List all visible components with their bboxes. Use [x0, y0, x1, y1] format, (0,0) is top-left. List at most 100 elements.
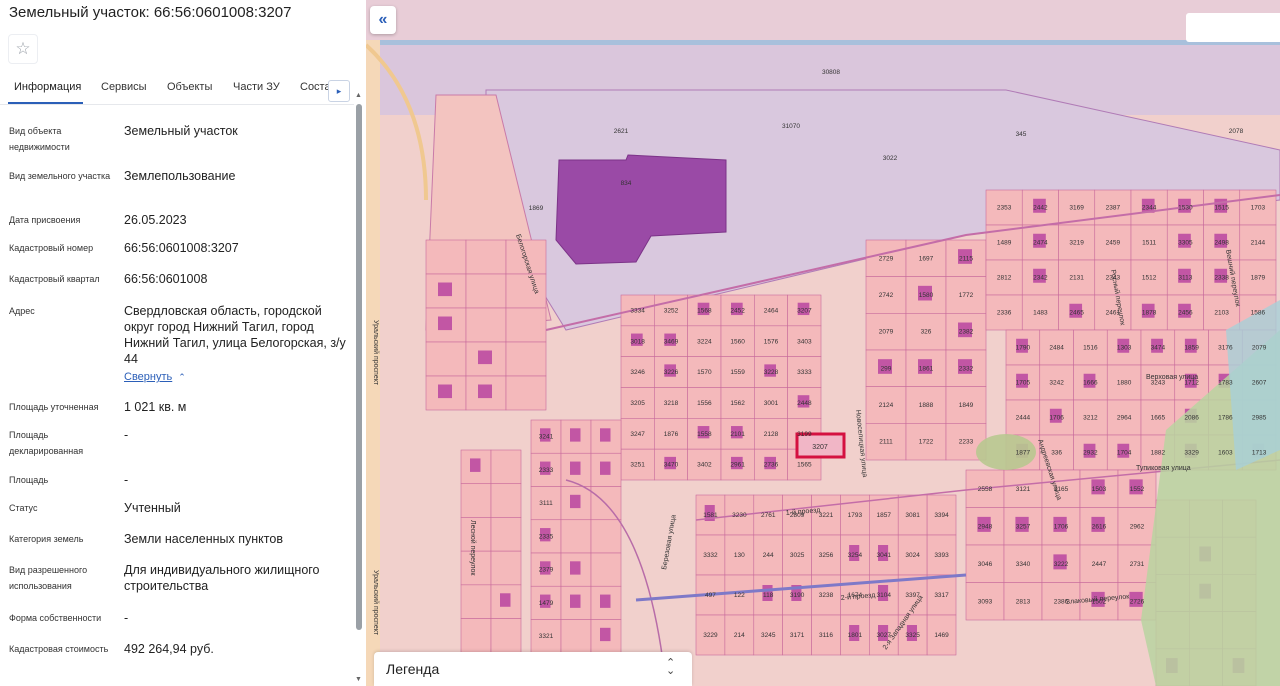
parcel-number-label: 2498: [1214, 240, 1229, 247]
parcel-number-label: 1801: [848, 632, 863, 639]
parcel-number-label: 1562: [730, 400, 745, 407]
parcel-number-label: 3111: [539, 500, 553, 507]
property-label: Кадастровый квартал: [9, 274, 100, 284]
parcel-number-label: 3207: [797, 307, 812, 314]
parcel-number-label: 3332: [703, 552, 718, 559]
map-parcel[interactable]: [590, 552, 622, 587]
parcel-number-label: 2736: [764, 462, 779, 469]
scroll-down-arrow-icon[interactable]: ▼: [355, 676, 362, 683]
parcel-number-label: 3018: [630, 338, 645, 345]
parcel-number-label: 1603: [1218, 450, 1233, 457]
map-river: [366, 40, 1280, 45]
parcel-number-label: 3247: [630, 431, 645, 438]
property-value: -: [124, 473, 129, 487]
parcel-number-label: 2086: [1184, 415, 1199, 422]
parcel-number-label: 2465: [1069, 310, 1084, 317]
parcel-number-label: 3334: [630, 307, 645, 314]
map-parcel[interactable]: [490, 550, 522, 586]
parcel-number-label: 118: [763, 592, 774, 599]
tab-composition[interactable]: Соста: [300, 81, 331, 93]
parcel-number-label: 1483: [1033, 310, 1048, 317]
tab-parts[interactable]: Части ЗУ: [233, 81, 280, 93]
parcel-number-label: 2111: [879, 439, 893, 446]
map-parcel[interactable]: [460, 483, 492, 518]
parcel-number-label: 2124: [879, 402, 894, 409]
map-parcel[interactable]: [465, 273, 507, 309]
property-label: Дата присвоения: [9, 215, 81, 225]
property-label: Адрес: [9, 306, 35, 316]
cadastral-map[interactable]: 3207 Белогорская улица Уральский проспект…: [366, 0, 1280, 686]
parcel-number-label: 1560: [730, 338, 745, 345]
map-parcel[interactable]: [460, 618, 492, 653]
map-parcel[interactable]: [490, 618, 522, 653]
parcel-number-label: 2474: [1033, 240, 1048, 247]
map-building: [570, 461, 581, 475]
map-parcel[interactable]: [460, 584, 492, 619]
map-parcel[interactable]: [490, 517, 522, 552]
property-label: Площадь декларированная: [9, 430, 84, 456]
map-parcel[interactable]: [505, 375, 547, 411]
map-parcel[interactable]: [425, 239, 467, 275]
map-building: [438, 282, 452, 297]
parcel-number-label: 2464: [764, 307, 779, 314]
map-parcel[interactable]: [505, 341, 547, 377]
parcel-number-label: 2621: [614, 128, 629, 135]
parcel-number-label: 3245: [761, 632, 776, 639]
parcel-number-label: 3190: [790, 592, 805, 599]
map-search-field[interactable]: [1186, 13, 1280, 42]
parcel-number-label: 3229: [703, 632, 718, 639]
parcel-number-label: 3169: [1069, 205, 1084, 212]
map-parcel[interactable]: [490, 483, 522, 518]
map-parcel[interactable]: [590, 519, 622, 554]
parcel-number-label: 1712: [1184, 380, 1199, 387]
street-name-label: Лесной переулок: [469, 520, 477, 576]
map-zone-north: [366, 0, 1280, 42]
tab-services[interactable]: Сервисы: [101, 81, 147, 93]
map-parcel[interactable]: [465, 307, 507, 343]
map-parcel[interactable]: [505, 307, 547, 343]
parcel-number-label: 3402: [697, 462, 712, 469]
parcel-number-label: 1879: [1251, 275, 1266, 282]
parcel-number-label: 1515: [1214, 205, 1229, 212]
parcel-number-label: 3251: [630, 462, 645, 469]
collapse-link[interactable]: Свернуть ⌃: [124, 371, 186, 383]
tab-objects[interactable]: Объекты: [167, 81, 212, 93]
map-parcel[interactable]: [560, 619, 592, 654]
parcel-number-label: 2459: [1106, 240, 1121, 247]
parcel-number-label: 1489: [997, 240, 1012, 247]
map-parcel[interactable]: [425, 341, 467, 377]
parcel-number-label: 2342: [1033, 275, 1048, 282]
parcel-number-label: 1666: [1083, 380, 1098, 387]
map-building: [570, 594, 581, 608]
app-root: Земельный участок: 66:56:0601008:3207 ☆ …: [0, 0, 1280, 686]
property-value: Землепользование: [124, 169, 236, 183]
legend-dropdown[interactable]: Легенда ⌃ ⌄: [374, 652, 692, 686]
property-value: Земли населенных пунктов: [124, 532, 283, 546]
parcel-number-label: 2078: [1229, 128, 1244, 135]
parcel-number-label: 3219: [1069, 240, 1084, 247]
tabs-next-button[interactable]: ▸: [328, 80, 350, 102]
map-parcel[interactable]: [560, 519, 592, 554]
collapse-panel-button[interactable]: «: [370, 6, 396, 34]
parcel-number-label: 1704: [1117, 450, 1132, 457]
parcel-number-label: 2761: [761, 512, 776, 519]
parcel-number-label: 3104: [877, 592, 892, 599]
parcel-number-label: 3165: [1054, 486, 1069, 493]
parcel-number-label: 2115: [959, 255, 973, 262]
parcel-number-label: 1888: [919, 402, 934, 409]
panel-scrollbar[interactable]: [356, 104, 362, 630]
map-parcel[interactable]: [465, 239, 507, 275]
map-parcel[interactable]: [490, 449, 522, 485]
favorite-button[interactable]: ☆: [8, 34, 38, 64]
parcel-number-label: 2144: [1251, 240, 1266, 247]
parcel-number-label: 2616: [1092, 523, 1107, 530]
parcel-number-label: 3218: [664, 400, 679, 407]
scroll-up-arrow-icon[interactable]: ▲: [355, 92, 362, 99]
tab-information[interactable]: Информация: [14, 81, 81, 93]
parcel-number-label: 2448: [797, 400, 812, 407]
map-canvas[interactable]: 3207 Белогорская улицаУральский проспект…: [366, 0, 1280, 686]
map-building: [600, 461, 611, 475]
parcel-number-label: 3093: [978, 598, 993, 605]
property-label: Вид земельного участка: [9, 171, 111, 181]
parcel-number-label: 3025: [790, 552, 805, 559]
